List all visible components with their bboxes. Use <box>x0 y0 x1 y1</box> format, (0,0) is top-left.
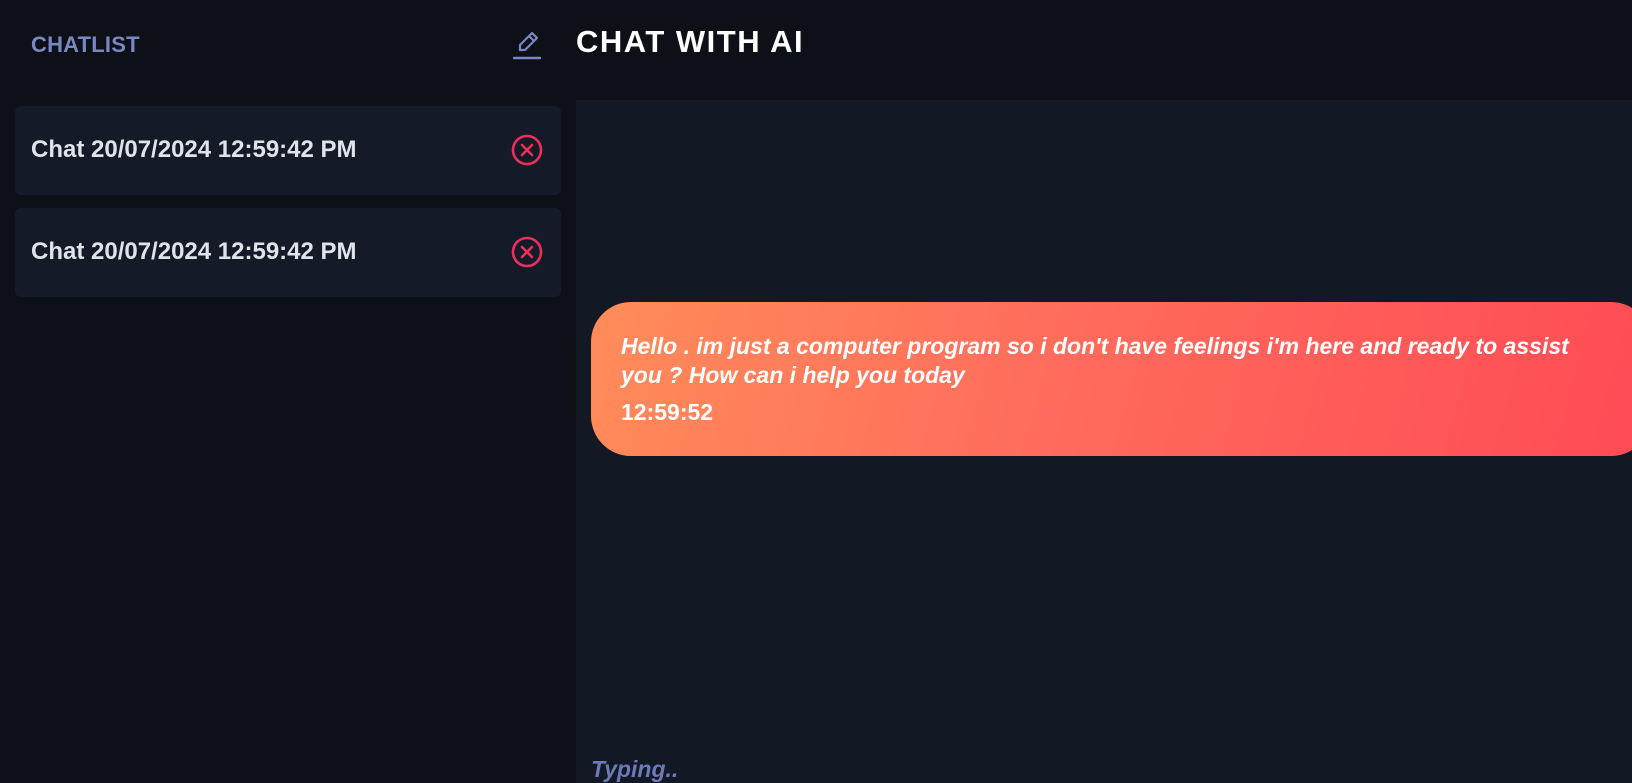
chat-list: Chat 20/07/2024 12:59:42 PM Chat 20/07/2… <box>15 106 561 310</box>
chat-sidebar: CHATLIST Chat 20/07/2024 12:59:42 PM Cha… <box>0 0 576 783</box>
sidebar-header: CHATLIST <box>0 0 576 92</box>
pencil-icon <box>512 31 542 60</box>
chat-list-item[interactable]: Chat 20/07/2024 12:59:42 PM <box>15 106 561 195</box>
new-chat-button[interactable] <box>510 26 544 62</box>
chat-messages-area[interactable]: Hello . im just a computer program so i … <box>576 100 1632 783</box>
chat-item-label: Chat 20/07/2024 12:59:42 PM <box>31 238 357 265</box>
close-circle-icon <box>511 134 543 166</box>
chat-item-label: Chat 20/07/2024 12:59:42 PM <box>31 136 357 163</box>
page-title: CHAT WITH AI <box>576 24 805 59</box>
chat-list-item[interactable]: Chat 20/07/2024 12:59:42 PM <box>15 208 561 297</box>
close-circle-icon <box>511 236 543 268</box>
delete-chat-button[interactable] <box>510 133 544 167</box>
message-text: Hello . im just a computer program so i … <box>621 333 1569 388</box>
delete-chat-button[interactable] <box>510 235 544 269</box>
chat-header: CHAT WITH AI <box>576 0 1632 100</box>
message-timestamp: 12:59:52 <box>621 399 714 425</box>
sidebar-title: CHATLIST <box>31 32 140 57</box>
app-window: CHATLIST Chat 20/07/2024 12:59:42 PM Cha… <box>0 0 1632 783</box>
ai-message-bubble: Hello . im just a computer program so i … <box>591 302 1632 456</box>
typing-indicator: Typing.. <box>591 756 679 782</box>
